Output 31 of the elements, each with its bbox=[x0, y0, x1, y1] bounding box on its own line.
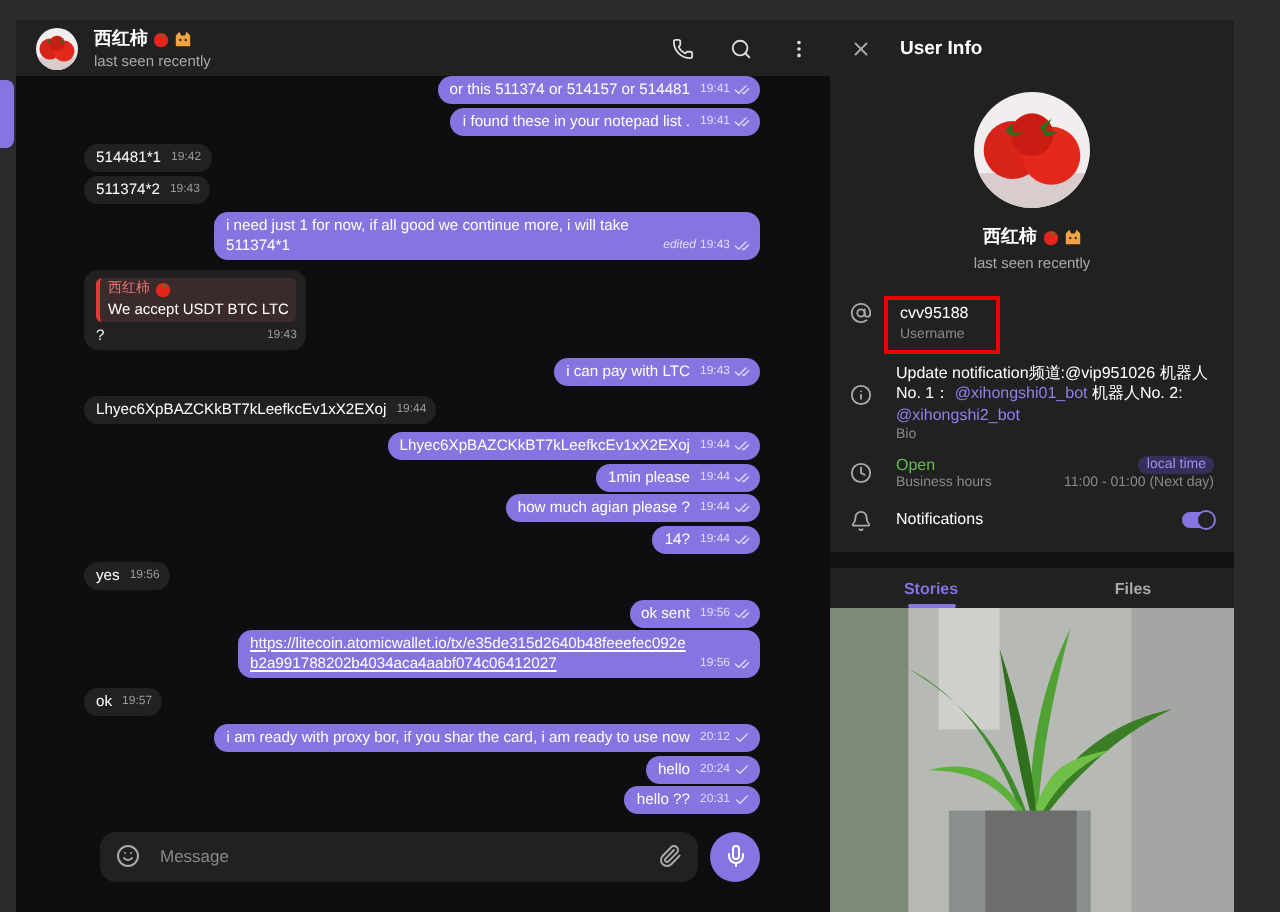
cat-face-icon bbox=[174, 30, 192, 48]
username: cvv95188 bbox=[900, 304, 969, 325]
sidebar-tab[interactable] bbox=[0, 80, 14, 148]
media-tab[interactable]: Files bbox=[1032, 568, 1234, 608]
message-field[interactable]: Message bbox=[100, 831, 698, 881]
search-icon[interactable] bbox=[730, 37, 752, 59]
notifications-label: Notifications bbox=[896, 510, 984, 531]
chat-title: 西红柿 bbox=[94, 26, 148, 52]
panel-title: User Info bbox=[900, 37, 983, 59]
tomato-icon bbox=[152, 30, 170, 48]
bot-link[interactable]: @xihongshi01_bot bbox=[954, 384, 1088, 402]
tomato-icon bbox=[1041, 228, 1059, 246]
at-sign-icon bbox=[850, 302, 872, 324]
media-tab[interactable]: Stories bbox=[830, 568, 1032, 608]
attach-icon[interactable] bbox=[658, 844, 682, 868]
tomato-icon bbox=[154, 280, 172, 298]
info-icon bbox=[850, 383, 872, 405]
bot-link[interactable]: @xihongshi2_bot bbox=[896, 405, 1020, 423]
open-status: Open bbox=[896, 456, 936, 474]
phone-icon[interactable] bbox=[672, 37, 694, 59]
voice-button[interactable] bbox=[710, 831, 760, 881]
clock-icon bbox=[850, 462, 872, 484]
notifications-toggle[interactable] bbox=[1182, 512, 1214, 529]
emoji-icon[interactable] bbox=[116, 844, 140, 868]
close-icon[interactable] bbox=[850, 37, 872, 59]
bell-icon bbox=[850, 510, 872, 532]
microphone-icon bbox=[723, 844, 747, 868]
cat-face-icon bbox=[1063, 228, 1081, 246]
bio-text: Update notification频道:@vip951026 机器人No. 1： @xihongshi01_bot 机器人No. 2: @xihongshi2_bot bbox=[896, 363, 1210, 426]
profile-name: 西红柿 bbox=[983, 224, 1037, 250]
message-input[interactable]: Message bbox=[156, 844, 642, 868]
